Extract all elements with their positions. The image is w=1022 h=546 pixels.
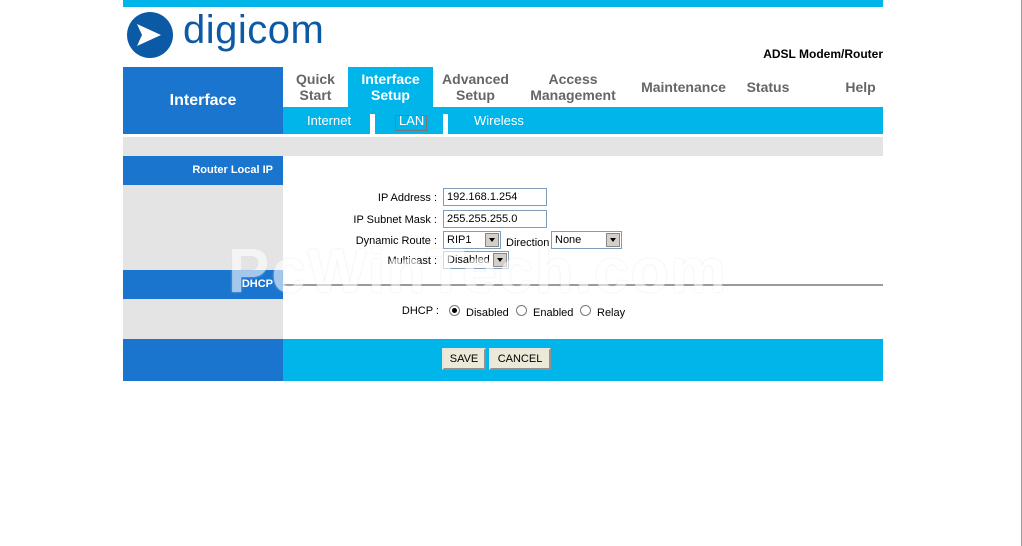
dhcp-option-label: Relay (597, 307, 626, 319)
digicom-logo: digicom (125, 8, 345, 60)
dhcp-relay-radio[interactable] (580, 305, 591, 316)
dhcp-enabled-radio[interactable] (516, 305, 527, 316)
left-panel (123, 185, 283, 270)
cancel-button[interactable]: CANCEL (489, 348, 551, 370)
tab-help[interactable]: Help (828, 67, 893, 107)
tab-label: Quick (296, 71, 335, 87)
ip-address-input[interactable] (443, 188, 547, 206)
product-name: ADSL Modem/Router (763, 47, 883, 61)
tab-label: Management (530, 87, 616, 103)
subnav-divider (370, 114, 375, 134)
tab-label: Start (299, 87, 332, 103)
subnet-mask-label: IP Subnet Mask : (353, 214, 437, 226)
tab-quick-start[interactable]: Quick Start (283, 67, 348, 107)
top-accent-bar (123, 0, 883, 7)
subnav-internet[interactable]: Internet (307, 107, 351, 134)
section-heading-dhcp: DHCP (123, 270, 283, 299)
chevron-down-icon (493, 253, 507, 267)
direction-label: Direction (506, 237, 550, 249)
tab-interface-setup[interactable]: Interface Setup (348, 67, 433, 107)
multicast-label: Multicast : (387, 255, 437, 267)
logo-mark-icon (127, 12, 173, 58)
dhcp-disabled-radio[interactable] (449, 305, 460, 316)
subnav-lan[interactable]: LAN (399, 107, 424, 134)
chevron-down-icon (606, 233, 620, 247)
spacer-bar (123, 137, 883, 156)
dynamic-route-select[interactable]: RIP1 (443, 231, 501, 249)
direction-select[interactable]: None (551, 231, 622, 249)
save-button[interactable]: SAVE (442, 348, 486, 370)
tab-label: Help (845, 79, 876, 95)
dynamic-route-value: RIP1 (447, 234, 472, 246)
direction-value: None (555, 234, 582, 246)
tab-status[interactable]: Status (738, 67, 798, 107)
tab-maintenance[interactable]: Maintenance (631, 67, 736, 107)
tab-label: Access (548, 71, 598, 87)
page-title: Interface (123, 67, 283, 134)
multicast-select[interactable]: Disabled (443, 251, 509, 269)
tab-label: Advanced (442, 71, 509, 87)
tab-label: Interface (361, 71, 420, 87)
dhcp-option-label: Enabled (533, 307, 574, 319)
chevron-down-icon (485, 233, 499, 247)
multicast-value: Disabled (447, 254, 490, 266)
sub-nav: Internet LAN Wireless (283, 107, 883, 134)
dhcp-option-label: Disabled (466, 307, 509, 319)
tab-access-management[interactable]: Access Management (523, 67, 623, 107)
dynamic-route-label: Dynamic Route : (355, 235, 437, 247)
dhcp-label: DHCP : (401, 305, 439, 317)
tab-advanced-setup[interactable]: Advanced Setup (433, 67, 518, 107)
tab-label: Maintenance (641, 79, 726, 95)
subnet-mask-input[interactable] (443, 210, 547, 228)
subnav-divider (443, 114, 448, 134)
subnav-wireless[interactable]: Wireless (474, 107, 524, 134)
footer-action-bar (283, 339, 883, 381)
tab-label: Setup (371, 87, 410, 103)
footer-left-panel (123, 339, 283, 381)
left-panel (123, 299, 283, 339)
main-nav: Quick Start Interface Setup Advanced Setup … (283, 67, 883, 107)
tab-label: Setup (456, 87, 495, 103)
logo-text: digicom (183, 8, 325, 52)
tab-label: Status (746, 79, 790, 95)
ip-address-label: IP Address : (377, 192, 437, 204)
section-divider (283, 284, 883, 286)
section-heading-router-local-ip: Router Local IP (123, 156, 283, 185)
